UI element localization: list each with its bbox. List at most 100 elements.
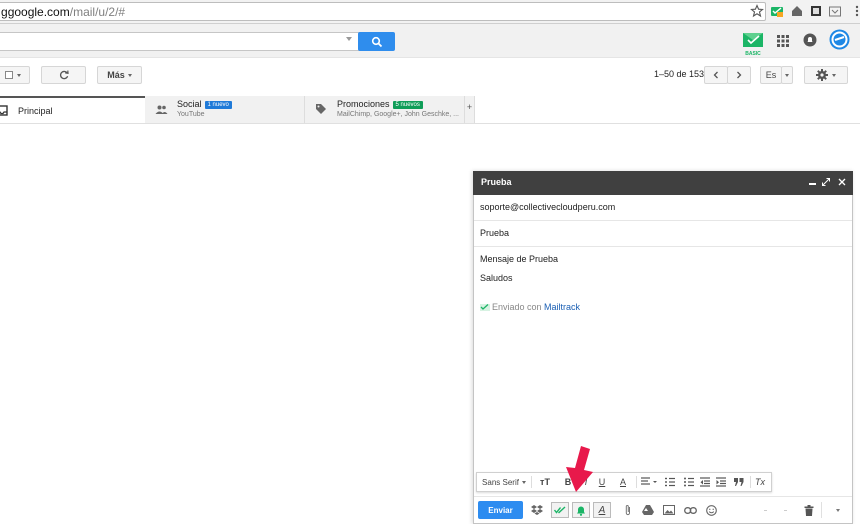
- align-icon[interactable]: [641, 477, 657, 487]
- older-page-button[interactable]: [727, 66, 751, 84]
- url-host: google.com: [7, 5, 70, 19]
- mailtrack-envelope-icon: [743, 33, 763, 47]
- indent-less-icon[interactable]: [700, 477, 710, 487]
- compose-header[interactable]: [473, 171, 853, 195]
- url-path: /mail/u/2/#: [69, 5, 126, 19]
- more-button[interactable]: Más: [97, 66, 142, 84]
- dropbox-button[interactable]: [529, 502, 545, 518]
- signature-prefix: Enviado con: [492, 302, 545, 312]
- drive-icon: [642, 505, 654, 515]
- fullscreen-icon[interactable]: [822, 178, 830, 186]
- mailtrack-extension-icon[interactable]: [770, 4, 784, 18]
- text-color-icon: A: [619, 477, 626, 487]
- mailtrack-tracking-toggle[interactable]: [551, 502, 569, 518]
- settings-button[interactable]: [804, 66, 848, 84]
- search-icon: [371, 36, 382, 47]
- search-input[interactable]: [0, 32, 360, 51]
- body-line: Mensaje de Prueba: [480, 254, 559, 264]
- indent-more-icon[interactable]: [716, 477, 726, 487]
- to-recipient: soporte@collectivecloudperu.com: [480, 202, 616, 212]
- attach-files-button[interactable]: [620, 502, 636, 518]
- body-line: Saludos: [480, 273, 513, 283]
- select-checkbox-button[interactable]: [0, 66, 30, 84]
- trash-icon: [804, 504, 814, 516]
- photo-icon: [663, 505, 675, 515]
- chevron-down-icon: [832, 73, 836, 77]
- tab-label-row: Social 1 nuevo: [177, 99, 232, 109]
- url-prefix: g: [1, 5, 8, 19]
- tab-social[interactable]: Social 1 nuevo YouTube: [145, 96, 305, 123]
- tab-label: Social: [177, 99, 202, 109]
- url-text: ggoogle.com/mail/u/2/#: [1, 5, 125, 19]
- font-family-select[interactable]: Sans Serif: [479, 474, 529, 490]
- underline-button[interactable]: U: [597, 474, 607, 490]
- toolbar-divider: [636, 476, 637, 488]
- extension-film-icon[interactable]: [809, 4, 823, 18]
- tab-label-row: Promociones 5 nuevos: [337, 99, 423, 109]
- send-button[interactable]: Enviar: [478, 501, 523, 519]
- bookmark-star-icon[interactable]: [750, 4, 764, 18]
- apps-grid-icon[interactable]: [777, 35, 789, 47]
- mailtrack-link[interactable]: Mailtrack: [544, 302, 580, 312]
- input-tools-dropdown[interactable]: [781, 66, 793, 84]
- chevron-left-icon: [713, 71, 718, 79]
- discard-draft-button[interactable]: [801, 502, 817, 518]
- pagination-count: 1–50 de 153: [654, 69, 705, 79]
- formatting-options-button[interactable]: A: [593, 502, 611, 518]
- minimize-icon[interactable]: [809, 183, 816, 185]
- chevron-down-icon: [521, 480, 526, 484]
- separator-dot: [784, 510, 787, 511]
- mailtrack-logo[interactable]: BASIC: [740, 30, 766, 57]
- browser-menu-icon[interactable]: [850, 4, 860, 18]
- link-icon: [683, 506, 697, 514]
- insert-photo-button[interactable]: [661, 502, 677, 518]
- subject-text: Prueba: [480, 228, 510, 238]
- clear-format-icon: Tx: [755, 477, 765, 487]
- gear-icon: [816, 69, 828, 81]
- separator-dot: [764, 510, 767, 511]
- mailtrack-reminder-toggle[interactable]: [572, 502, 590, 518]
- annotation-arrow-icon: [566, 446, 593, 492]
- chevron-down-icon: [785, 73, 789, 77]
- dropbox-icon: [531, 505, 543, 515]
- refresh-button[interactable]: [41, 66, 86, 84]
- toolbar-divider: [821, 502, 822, 518]
- numbered-list-icon[interactable]: [665, 477, 675, 487]
- extension-download-icon[interactable]: [828, 4, 842, 18]
- quote-icon[interactable]: [734, 477, 744, 487]
- more-options-dropdown[interactable]: [830, 502, 846, 518]
- extension-house-icon[interactable]: [790, 4, 804, 18]
- tab-principal[interactable]: Principal: [0, 96, 145, 123]
- text-size-icon: тT: [540, 477, 550, 487]
- notifications-icon[interactable]: [803, 33, 817, 47]
- font-name: Sans Serif: [482, 477, 519, 487]
- address-bar[interactable]: ggoogle.com/mail/u/2/#: [0, 2, 766, 21]
- add-tab-button[interactable]: +: [465, 96, 475, 123]
- close-icon[interactable]: [838, 178, 846, 186]
- mailtrack-check-icon: [480, 304, 490, 311]
- tab-promociones[interactable]: Promociones 5 nuevos MailChimp, Google+, …: [305, 96, 465, 123]
- insert-drive-button[interactable]: [640, 502, 656, 518]
- search-button[interactable]: [358, 32, 395, 51]
- subject-field[interactable]: [474, 221, 852, 247]
- account-avatar[interactable]: [829, 29, 850, 50]
- tab-senders: YouTube: [177, 111, 205, 118]
- text-color-button[interactable]: A: [613, 474, 633, 490]
- bell-icon: [577, 506, 585, 516]
- remove-formatting-button[interactable]: Tx: [753, 474, 767, 490]
- insert-link-button[interactable]: [682, 502, 698, 518]
- compose-title: Prueba: [481, 177, 512, 187]
- tab-label: Principal: [18, 106, 53, 116]
- tab-senders: MailChimp, Google+, John Geschke, ...: [337, 111, 459, 118]
- insert-emoji-button[interactable]: [703, 502, 719, 518]
- refresh-icon: [59, 70, 69, 80]
- paperclip-icon: [625, 505, 630, 516]
- message-body[interactable]: [474, 248, 852, 470]
- checkbox-icon: [5, 71, 13, 79]
- chevron-down-icon: [127, 73, 132, 77]
- input-tools-button[interactable]: Es: [760, 66, 782, 84]
- font-size-button[interactable]: тT: [535, 474, 555, 490]
- search-options-caret-icon[interactable]: [346, 37, 352, 41]
- newer-page-button[interactable]: [704, 66, 728, 84]
- bulleted-list-icon[interactable]: [684, 477, 694, 487]
